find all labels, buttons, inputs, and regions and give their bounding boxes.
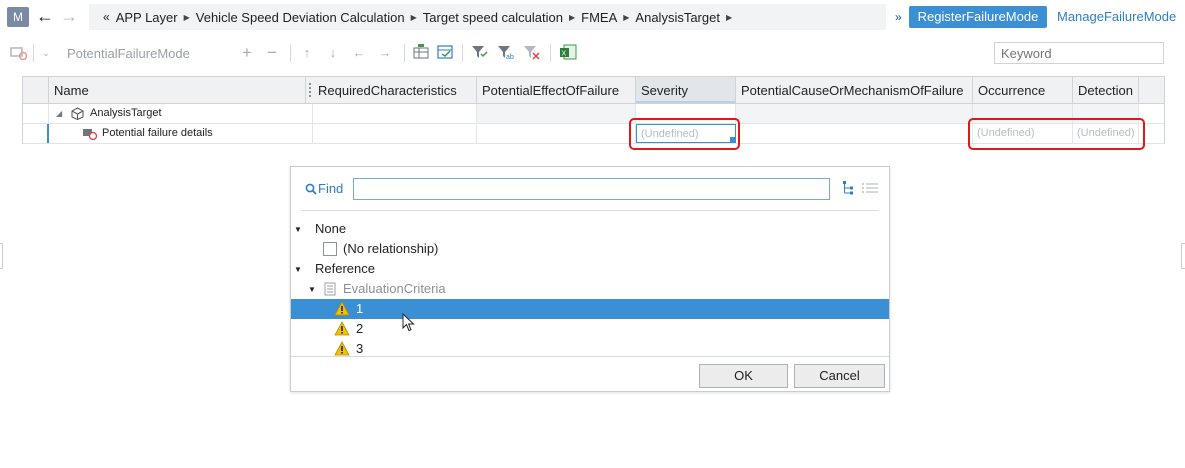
cancel-button[interactable]: Cancel: [794, 364, 885, 388]
column-header-severity[interactable]: Severity: [636, 77, 736, 103]
row-label: Potential failure details: [102, 127, 213, 139]
chevron-right-icon: ▶: [410, 12, 417, 22]
tree-item-criteria-1[interactable]: 1: [291, 299, 889, 319]
chevron-right-icon: ▶: [623, 12, 630, 22]
column-header-potential-effect[interactable]: PotentialEffectOfFailure: [477, 77, 636, 103]
chevron-right-icon: ▶: [568, 12, 576, 22]
find-input[interactable]: [353, 178, 830, 200]
column-resize-handle[interactable]: [309, 83, 311, 97]
move-left-icon[interactable]: ←: [351, 46, 367, 60]
filter-icon[interactable]: [471, 44, 489, 60]
tree-item-label: 2: [356, 321, 364, 336]
toolbar-divider: [33, 44, 34, 62]
dialog-footer-divider: [291, 356, 889, 357]
top-bar: M ← → « APP Layer ▶ Vehicle Speed Deviat…: [0, 0, 1185, 34]
chevron-right-icon: ▶: [183, 12, 190, 22]
column-header-potential-cause[interactable]: PotentialCauseOrMechanismOfFailure: [736, 77, 973, 103]
column-header-name[interactable]: Name: [49, 77, 306, 103]
search-icon: [305, 183, 317, 195]
breadcrumb-item[interactable]: Vehicle Speed Deviation Calculation: [196, 10, 405, 25]
tree-item-no-relationship[interactable]: (No relationship): [291, 239, 889, 259]
register-failure-mode-button[interactable]: RegisterFailureMode: [909, 6, 1047, 28]
tree-view-icon[interactable]: [842, 180, 856, 196]
caret-down-icon[interactable]: ▼: [294, 260, 302, 280]
dialog-divider: [301, 210, 879, 211]
highlight-severity-annotation: [629, 118, 740, 150]
toolbar-divider: [462, 44, 463, 62]
breadcrumb-item[interactable]: APP Layer: [116, 10, 178, 25]
tree-group-reference[interactable]: ▼ Reference: [291, 259, 889, 279]
back-arrow-icon[interactable]: ←: [36, 5, 54, 27]
excel-export-icon[interactable]: X: [559, 44, 577, 60]
insert-column-icon[interactable]: [413, 44, 429, 60]
relationship-dialog: Find ▼ None (No relationship) ▼ Referenc…: [290, 166, 890, 392]
chevron-down-icon[interactable]: ⌄: [38, 46, 54, 60]
tree-item-label: Reference: [315, 261, 375, 276]
find-label: Find: [318, 181, 344, 196]
svg-text:ab: ab: [506, 54, 514, 60]
failure-mode-icon: [83, 129, 98, 140]
warning-icon: [334, 321, 350, 336]
manage-failure-mode-link[interactable]: ManageFailureMode: [1057, 9, 1176, 24]
ok-button[interactable]: OK: [699, 364, 788, 388]
tree-item-label: 1: [356, 301, 364, 316]
caret-down-icon[interactable]: ▼: [294, 220, 302, 240]
warning-icon: [334, 301, 350, 316]
breadcrumb-more[interactable]: »: [895, 10, 902, 24]
document-icon: [324, 282, 336, 296]
mouse-cursor-icon: [402, 313, 415, 332]
column-header-occurrence[interactable]: Occurrence: [973, 77, 1073, 103]
row-label: AnalysisTarget: [90, 107, 162, 119]
app-badge[interactable]: M: [7, 7, 29, 27]
move-down-icon[interactable]: ↓: [325, 46, 341, 60]
forward-arrow-icon[interactable]: →: [60, 5, 78, 27]
tree-item-criteria-2[interactable]: 2: [291, 319, 889, 339]
breadcrumb: « APP Layer ▶ Vehicle Speed Deviation Ca…: [89, 4, 886, 30]
filter-text-icon[interactable]: ab: [497, 44, 515, 60]
toolbar-title: PotentialFailureMode: [67, 46, 190, 61]
column-header-detection[interactable]: Detection: [1073, 77, 1139, 103]
clear-filter-icon[interactable]: [523, 44, 541, 60]
toolbar-divider: [550, 44, 551, 62]
table-edit-icon[interactable]: [437, 44, 453, 60]
left-resize-handle[interactable]: [0, 243, 3, 269]
name-cell: ◢ AnalysisTarget: [49, 104, 313, 123]
chevron-right-icon[interactable]: ▶: [726, 13, 732, 22]
keyword-search-input[interactable]: [994, 42, 1164, 64]
tree-item-label: (No relationship): [343, 241, 439, 256]
cube-icon: [71, 107, 84, 120]
grid-header: Name RequiredCharacteristics PotentialEf…: [23, 77, 1164, 104]
move-up-icon[interactable]: ↑: [299, 46, 315, 60]
tree-item-label: None: [315, 221, 347, 236]
breadcrumb-item[interactable]: FMEA: [581, 10, 617, 25]
caret-down-icon[interactable]: ◢: [56, 104, 62, 123]
row-header-corner: [23, 77, 49, 103]
add-icon[interactable]: +: [239, 44, 255, 61]
caret-down-icon[interactable]: ▼: [308, 280, 316, 300]
toolbar-divider: [290, 44, 291, 62]
tree-item-label: EvaluationCriteria: [343, 281, 446, 296]
move-right-icon[interactable]: →: [377, 46, 393, 60]
name-cell: Potential failure details: [49, 124, 313, 143]
svg-text:X: X: [562, 51, 567, 58]
highlight-occurrence-detection-annotation: [968, 118, 1145, 150]
breadcrumb-lead[interactable]: «: [103, 10, 110, 24]
failure-mode-icon[interactable]: [10, 46, 28, 60]
right-resize-handle[interactable]: [1181, 243, 1185, 269]
column-header-required-characteristics[interactable]: RequiredCharacteristics: [306, 77, 477, 103]
remove-icon[interactable]: −: [264, 44, 280, 61]
warning-icon: [334, 341, 350, 356]
list-view-icon[interactable]: [861, 181, 879, 195]
tree-group-none[interactable]: ▼ None: [291, 219, 889, 239]
breadcrumb-item[interactable]: Target speed calculation: [423, 10, 563, 25]
breadcrumb-item[interactable]: AnalysisTarget: [635, 10, 720, 25]
tree-item-evaluation-criteria[interactable]: ▼ EvaluationCriteria: [291, 279, 889, 299]
checkbox[interactable]: [323, 242, 337, 256]
toolbar-divider: [404, 44, 405, 62]
